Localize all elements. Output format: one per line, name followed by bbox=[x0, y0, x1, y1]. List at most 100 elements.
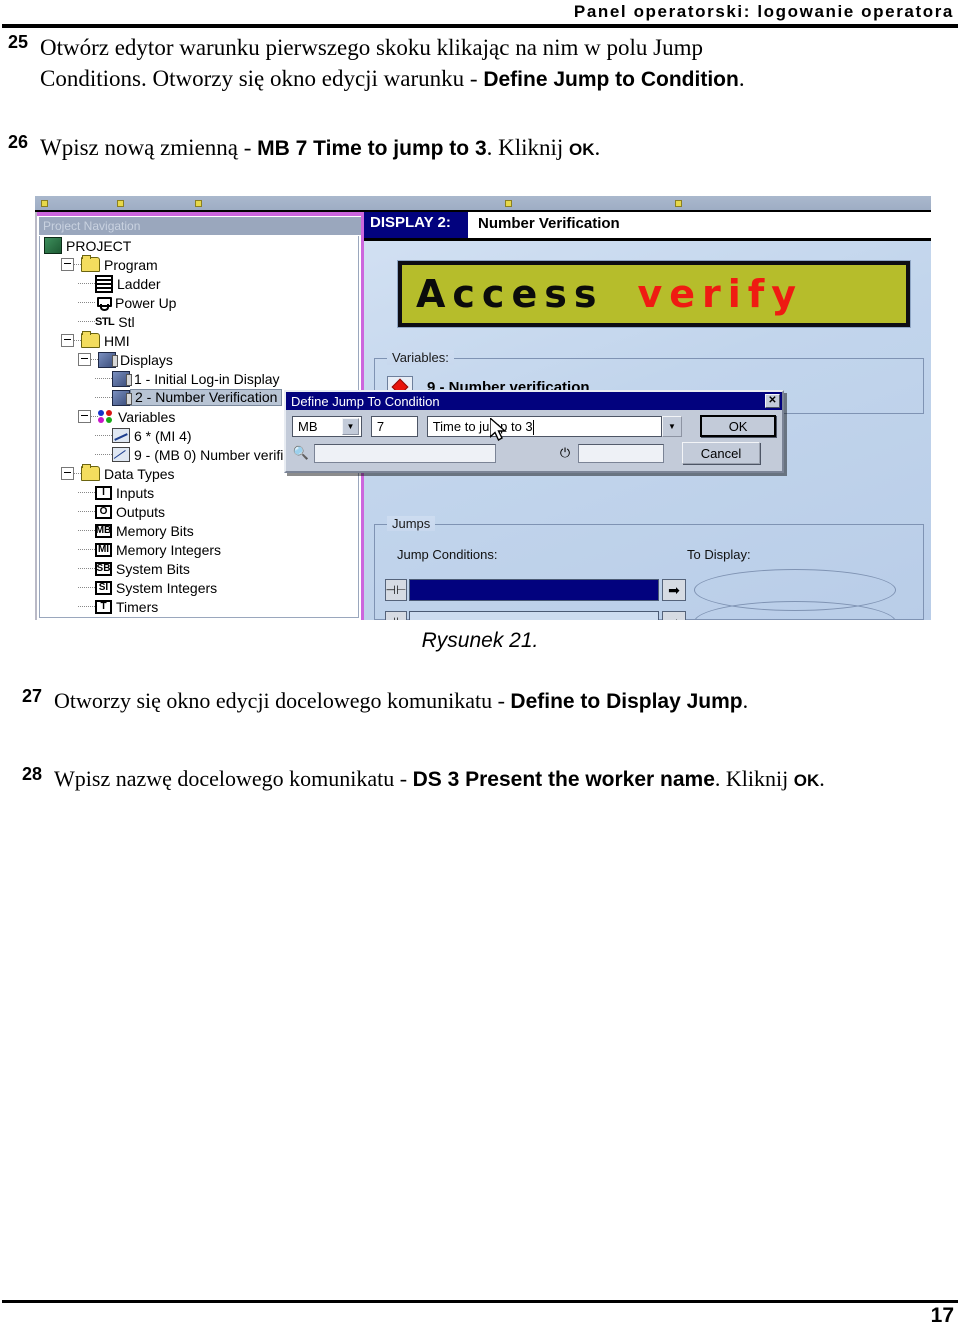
display-icon bbox=[112, 370, 132, 387]
operand-name-input[interactable]: Time to jump to 3 bbox=[426, 415, 662, 437]
inputs-icon: I bbox=[95, 485, 112, 500]
text-run: DS 3 Present the worker name bbox=[412, 768, 715, 791]
contact-icon[interactable]: ⊣⊢ bbox=[385, 579, 407, 601]
tree-item-label: Displays bbox=[120, 351, 173, 368]
operand-address-input[interactable]: 7 bbox=[370, 415, 418, 437]
tree-connector bbox=[78, 548, 95, 551]
toolbar-icon-3[interactable] bbox=[195, 200, 202, 207]
instruction-step-27: 27 Otworzy się okno edycji docelowego ko… bbox=[18, 686, 838, 717]
tree-item[interactable]: PROJECT bbox=[40, 236, 358, 255]
text-run: MB 7 Time to jump to 3 bbox=[257, 137, 487, 160]
tree-item[interactable]: Program bbox=[40, 255, 358, 274]
operand-name-dropdown-icon[interactable]: ▼ bbox=[661, 415, 683, 437]
stl-icon: STL bbox=[95, 315, 115, 328]
collapse-icon[interactable] bbox=[61, 467, 74, 480]
step-number: 25 bbox=[8, 32, 29, 52]
timers-icon: T bbox=[95, 599, 112, 614]
display-icon bbox=[98, 351, 118, 368]
tree-item[interactable]: Ladder bbox=[40, 274, 358, 293]
text-run: Define Jump to Condition bbox=[483, 68, 739, 91]
tree-item[interactable]: MI Memory Integers bbox=[40, 540, 358, 559]
text-run: . Kliknij bbox=[486, 135, 570, 160]
tree-item-label: 2 - Number Verification bbox=[130, 389, 283, 406]
tree-item[interactable]: 1 - Initial Log-in Display bbox=[40, 369, 358, 388]
secondary-input[interactable] bbox=[578, 443, 664, 463]
text-run: . Kliknij bbox=[714, 766, 794, 791]
hmi-text-verify: verify bbox=[637, 272, 804, 316]
collapse-icon[interactable] bbox=[61, 334, 74, 347]
collapse-icon[interactable] bbox=[78, 353, 91, 366]
pane-accent-bar bbox=[37, 212, 363, 216]
header-divider bbox=[2, 24, 958, 28]
application-toolbar[interactable] bbox=[35, 196, 931, 212]
text-run: OK bbox=[569, 140, 595, 159]
tree-item-label: Memory Bits bbox=[116, 522, 194, 539]
toolbar-icon-5[interactable] bbox=[675, 200, 682, 207]
tree-item-label: HMI bbox=[104, 332, 130, 349]
collapse-icon[interactable] bbox=[78, 410, 91, 423]
arrow-right-icon[interactable]: ➡ bbox=[662, 611, 686, 620]
ladder-icon bbox=[95, 274, 113, 293]
instruction-step-26: 26 Wpisz nową zmienną - MB 7 Time to jum… bbox=[4, 132, 804, 165]
text-run: . bbox=[738, 66, 745, 91]
instruction-step-25: 25 Otwórz edytor warunku pierwszego skok… bbox=[4, 32, 804, 95]
tree-item[interactable]: Displays bbox=[40, 350, 358, 369]
chevron-down-icon[interactable]: ▼ bbox=[341, 417, 359, 435]
text-run: . bbox=[819, 766, 825, 791]
tree-item-label: Outputs bbox=[116, 503, 166, 520]
toolbar-icon-1[interactable] bbox=[41, 200, 48, 207]
ok-button[interactable]: OK bbox=[700, 415, 776, 437]
tree-item[interactable]: T Timers bbox=[40, 597, 358, 616]
operand-type-select[interactable]: MB ▼ bbox=[292, 415, 362, 437]
text-run: Wpisz nazwę docelowego komunikatu - bbox=[54, 766, 413, 791]
tree-connector bbox=[78, 586, 95, 589]
tree-item-label: System Integers bbox=[116, 579, 218, 596]
text-run: . bbox=[594, 135, 601, 160]
tree-item[interactable]: Power Up bbox=[40, 293, 358, 312]
jumps-group-label: Jumps bbox=[387, 516, 436, 531]
tree-item-label: Variables bbox=[118, 408, 176, 425]
tree-item[interactable]: MB Memory Bits bbox=[40, 521, 358, 540]
power-up-icon bbox=[95, 296, 112, 311]
tree-item-label: System Bits bbox=[116, 560, 190, 577]
tree-connector bbox=[78, 282, 95, 285]
dialog-title-bar[interactable]: Define Jump To Condition ✕ bbox=[286, 392, 782, 410]
hmi-text-access: Access bbox=[416, 272, 604, 316]
tree-item-label: Memory Integers bbox=[116, 541, 222, 558]
arrow-right-icon[interactable]: ➡ bbox=[662, 579, 686, 601]
display-name-field[interactable]: Number Verification bbox=[468, 212, 931, 238]
project-navigation-caption: Project Navigation bbox=[39, 217, 361, 235]
tree-item-label: Timers bbox=[116, 598, 159, 615]
display-header: DISPLAY 2: Number Verification bbox=[364, 212, 931, 241]
tree-item-label: Stl bbox=[118, 313, 135, 330]
variables-icon bbox=[98, 409, 114, 424]
memory-int-icon: MI bbox=[95, 542, 112, 557]
cancel-button[interactable]: Cancel bbox=[682, 442, 760, 464]
jump-row[interactable]: ⊣⊢ ➡ bbox=[385, 601, 896, 620]
lookup-icon[interactable]: 🔍 bbox=[292, 444, 310, 462]
collapse-icon[interactable] bbox=[61, 258, 74, 271]
tree-item[interactable]: SI System Integers bbox=[40, 578, 358, 597]
folder-icon bbox=[81, 331, 100, 348]
tree-item[interactable]: STL Stl bbox=[40, 312, 358, 331]
to-display-field[interactable] bbox=[694, 601, 896, 620]
tree-item[interactable]: HMI bbox=[40, 331, 358, 350]
power-icon[interactable]: ⏻ bbox=[556, 444, 574, 462]
lookup-input[interactable] bbox=[314, 443, 496, 463]
tree-item[interactable]: SB System Bits bbox=[40, 559, 358, 578]
tree-connector bbox=[74, 472, 81, 475]
tree-item[interactable]: O Outputs bbox=[40, 502, 358, 521]
tree-item-label: Power Up bbox=[115, 294, 177, 311]
tree-item[interactable]: I Inputs bbox=[40, 483, 358, 502]
hmi-screen-preview[interactable]: Access verify bbox=[397, 260, 911, 328]
close-icon[interactable]: ✕ bbox=[765, 394, 780, 408]
dialog-title: Define Jump To Condition bbox=[291, 393, 440, 409]
toolbar-icon-4[interactable] bbox=[505, 200, 512, 207]
variables-group-label: Variables: bbox=[387, 350, 454, 365]
tree-connector bbox=[78, 605, 95, 608]
jump-condition-field[interactable] bbox=[409, 611, 659, 620]
toolbar-icon-2[interactable] bbox=[117, 200, 124, 207]
jump-condition-field[interactable] bbox=[409, 579, 659, 601]
page-header: Panel operatorski: logowanie operatora bbox=[0, 0, 960, 26]
contact-icon[interactable]: ⊣⊢ bbox=[385, 611, 407, 620]
